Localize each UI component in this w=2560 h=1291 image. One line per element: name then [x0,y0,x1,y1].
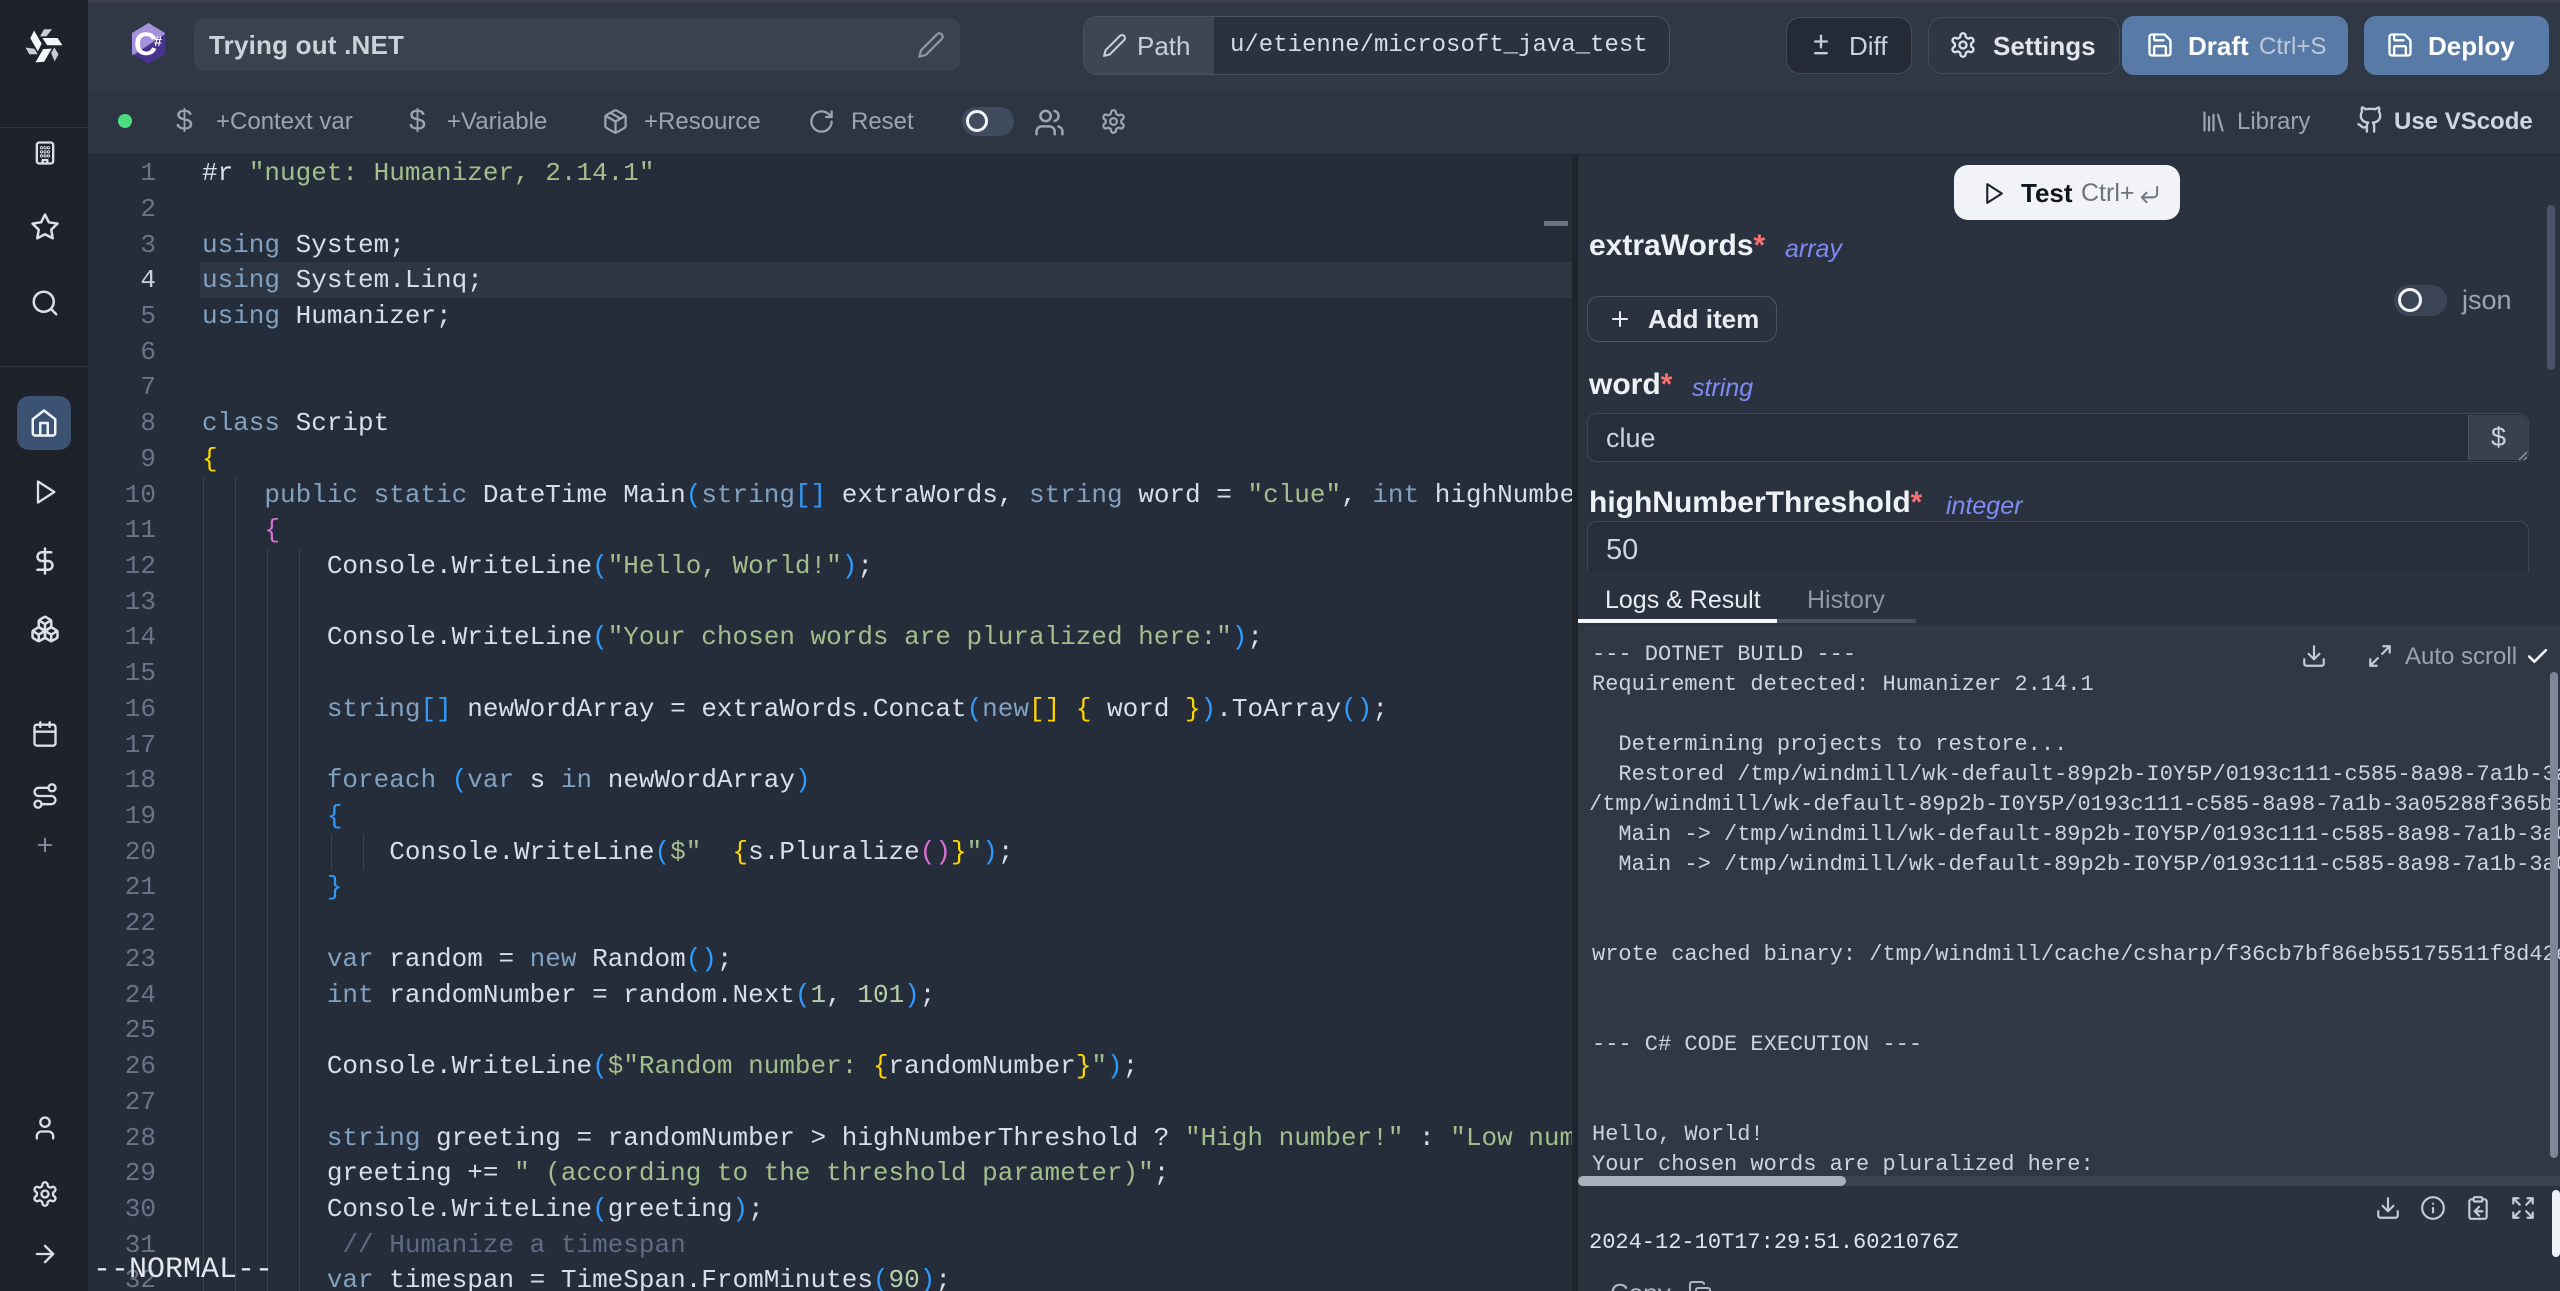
svg-text:#: # [154,33,162,49]
